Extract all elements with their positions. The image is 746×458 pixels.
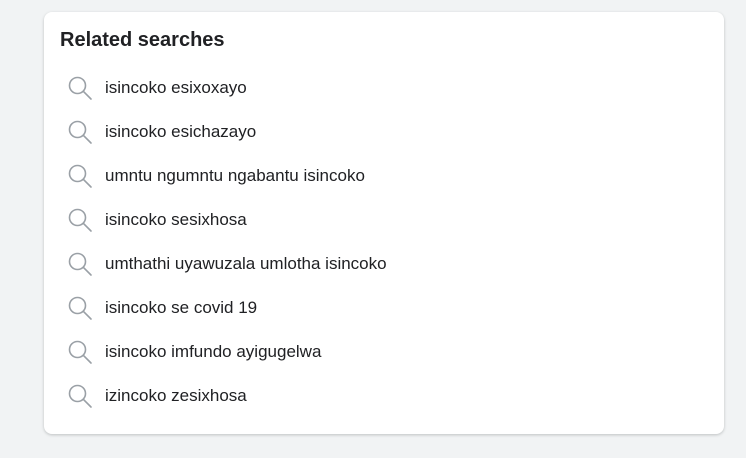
related-search-item[interactable]: isincoko esichazayo [44,110,724,154]
search-icon [66,294,94,322]
search-icon [66,338,94,366]
related-search-item[interactable]: isincoko imfundo ayigugelwa [44,330,724,374]
related-search-label[interactable]: isincoko esichazayo [105,122,256,142]
search-icon [66,250,94,278]
search-icon [66,382,94,410]
search-icon [66,206,94,234]
search-icon [66,162,94,190]
related-search-item[interactable]: isincoko se covid 19 [44,286,724,330]
related-search-label[interactable]: isincoko se covid 19 [105,298,257,318]
related-search-label[interactable]: isincoko esixoxayo [105,78,247,98]
related-searches-title: Related searches [60,29,225,51]
related-search-label[interactable]: isincoko imfundo ayigugelwa [105,342,321,362]
related-searches-list: isincoko esixoxayo isincoko esichazayo umn… [44,66,724,418]
search-icon [66,118,94,146]
search-icon [66,74,94,102]
related-search-label[interactable]: isincoko sesixhosa [105,210,247,230]
related-search-item[interactable]: umthathi uyawuzala umlotha isincoko [44,242,724,286]
related-search-label[interactable]: umthathi uyawuzala umlotha isincoko [105,254,387,274]
related-search-label[interactable]: umntu ngumntu ngabantu isincoko [105,166,365,186]
related-searches-card: Related searches isincoko esixoxayo isinc… [44,12,724,434]
related-search-label[interactable]: izincoko zesixhosa [105,386,247,406]
related-search-item[interactable]: izincoko zesixhosa [44,374,724,418]
related-search-item[interactable]: umntu ngumntu ngabantu isincoko [44,154,724,198]
related-search-item[interactable]: isincoko esixoxayo [44,66,724,110]
related-search-item[interactable]: isincoko sesixhosa [44,198,724,242]
